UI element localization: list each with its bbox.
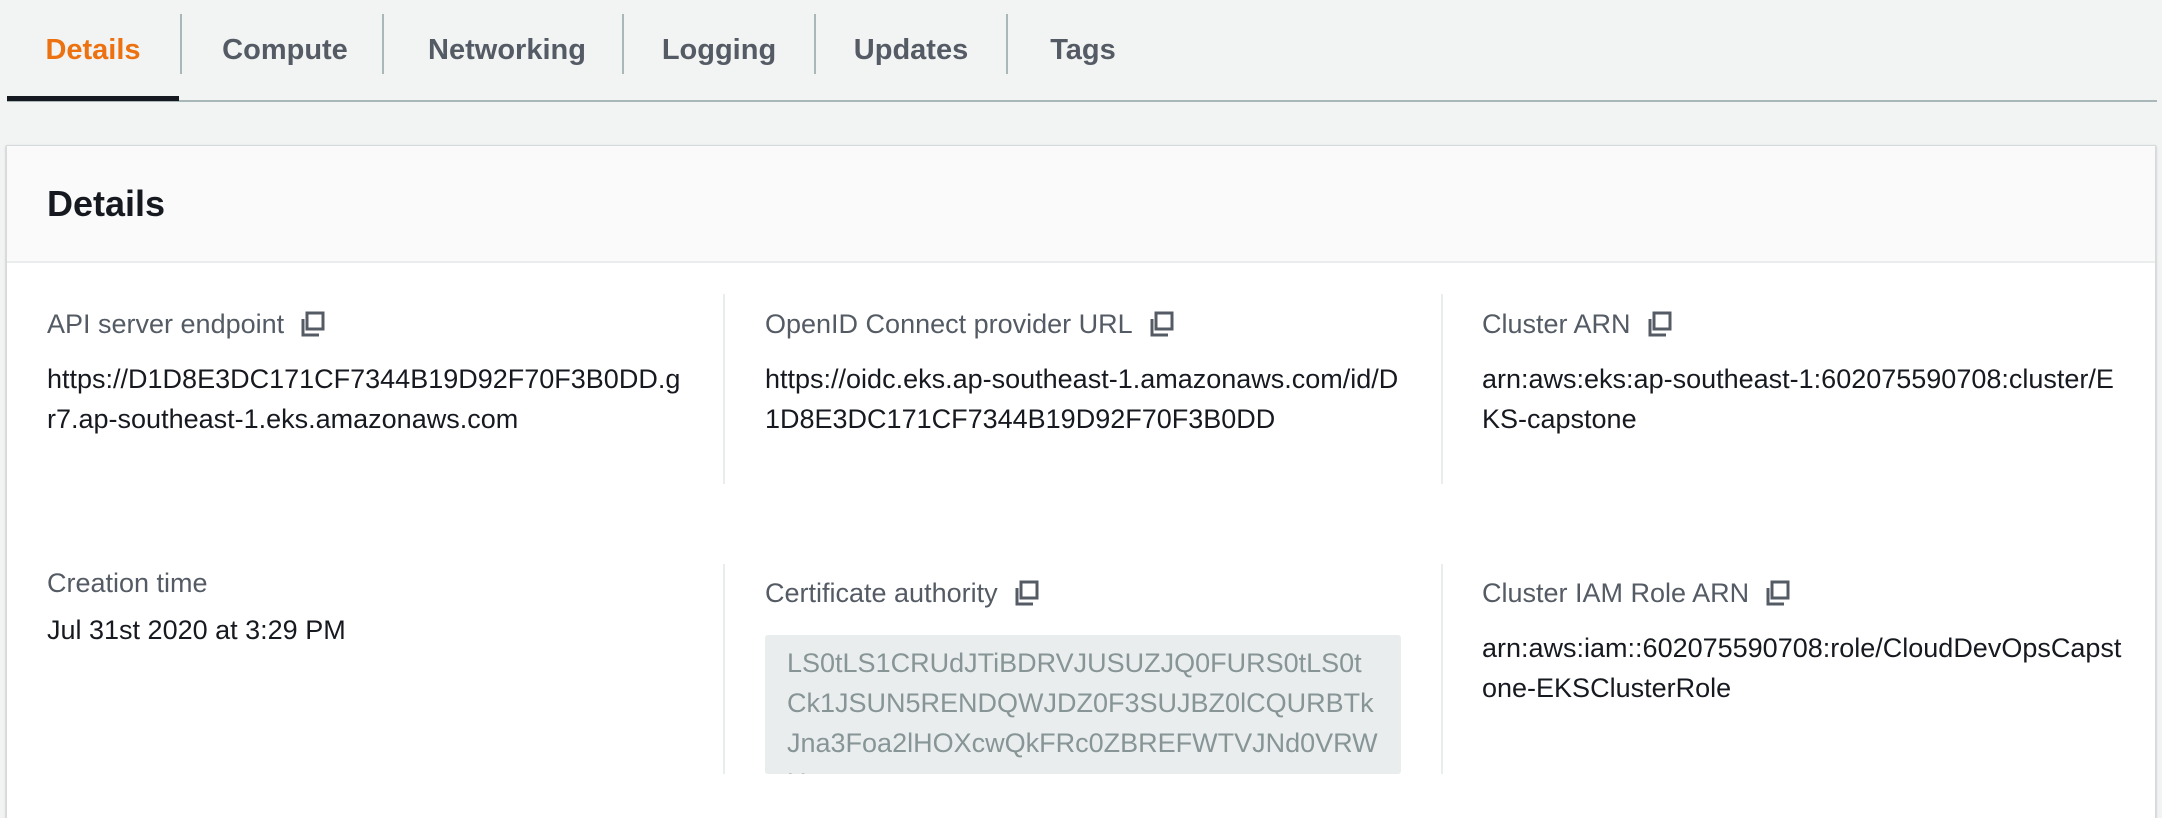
tab-label: Networking xyxy=(428,33,586,66)
panel-title: Details xyxy=(47,183,166,224)
api-endpoint-value: https://D1D8E3DC171CF7344B19D92F70F3B0DD… xyxy=(47,364,681,434)
details-panel: Details API server endpoint https://D1D8… xyxy=(6,145,2156,818)
column-divider xyxy=(1441,564,1443,774)
certificate-authority-label: Certificate authority xyxy=(765,578,998,608)
column-divider xyxy=(723,564,725,774)
column-divider xyxy=(723,294,725,484)
tab-label: Updates xyxy=(853,33,969,66)
tab-bar: Details Compute Networking Logging Updat… xyxy=(7,0,2157,102)
tab-label: Tags xyxy=(1050,33,1116,66)
copy-icon[interactable] xyxy=(1012,578,1042,608)
tab-networking[interactable]: Networking xyxy=(384,0,630,100)
tab-details[interactable]: Details xyxy=(7,0,179,101)
copy-icon[interactable] xyxy=(298,309,328,339)
creation-time-field: Creation time Jul 31st 2020 at 3:29 PM xyxy=(47,566,687,650)
copy-icon[interactable] xyxy=(1645,309,1675,339)
oidc-url-value: https://oidc.eks.ap-southeast-1.amazonaw… xyxy=(765,364,1399,434)
tab-label: Logging xyxy=(661,33,777,66)
api-endpoint-label: API server endpoint xyxy=(47,309,285,339)
tab-updates[interactable]: Updates xyxy=(816,0,1006,100)
tab-tags[interactable]: Tags xyxy=(1008,0,1158,100)
oidc-url-field: OpenID Connect provider URL https://oidc… xyxy=(765,307,1405,439)
cluster-arn-value: arn:aws:eks:ap-southeast-1:602075590708:… xyxy=(1482,364,2114,434)
panel-header: Details xyxy=(7,146,2155,263)
api-endpoint-field: API server endpoint https://D1D8E3DC171C… xyxy=(47,307,687,439)
oidc-url-label: OpenID Connect provider URL xyxy=(765,309,1133,339)
certificate-authority-value: LS0tLS1CRUdJTiBDRVJUSUZJQ0FURS0tLS0tCk1J… xyxy=(765,635,1401,774)
tab-label: Details xyxy=(45,33,141,66)
cluster-arn-field: Cluster ARN arn:aws:eks:ap-southeast-1:6… xyxy=(1482,307,2122,439)
tab-logging[interactable]: Logging xyxy=(624,0,814,100)
copy-icon[interactable] xyxy=(1763,578,1793,608)
creation-time-value: Jul 31st 2020 at 3:29 PM xyxy=(47,615,346,645)
certificate-authority-field: Certificate authority xyxy=(765,576,1405,610)
iam-role-arn-value: arn:aws:iam::602075590708:role/CloudDevO… xyxy=(1482,633,2122,703)
tab-compute[interactable]: Compute xyxy=(182,0,388,100)
creation-time-label: Creation time xyxy=(47,568,208,598)
copy-icon[interactable] xyxy=(1147,309,1177,339)
iam-role-arn-field: Cluster IAM Role ARN arn:aws:iam::602075… xyxy=(1482,576,2122,708)
iam-role-arn-label: Cluster IAM Role ARN xyxy=(1482,578,1750,608)
cluster-arn-label: Cluster ARN xyxy=(1482,309,1631,339)
column-divider xyxy=(1441,294,1443,484)
tab-label: Compute xyxy=(222,33,348,66)
